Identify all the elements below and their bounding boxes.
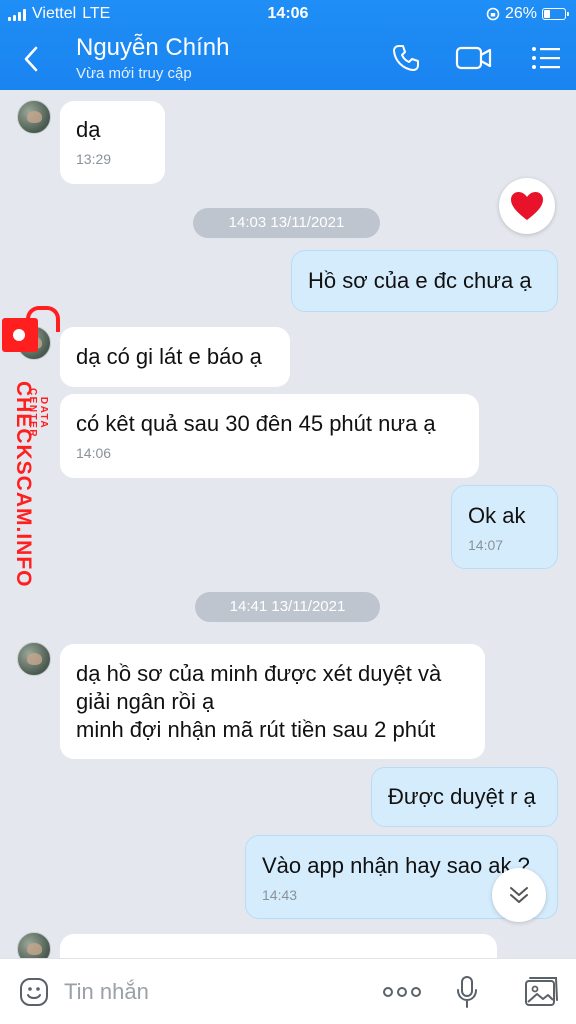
message-incoming-partial[interactable] — [60, 934, 497, 958]
message-time: 14:07 — [468, 537, 504, 553]
message-text: Hồ sơ của e đc chưa ạ — [308, 268, 532, 293]
message-text: có kêt quả sau 30 đên 45 phút nưa ạ — [76, 411, 436, 436]
message-incoming[interactable]: dạ hồ sơ của minh được xét duyệt và giải… — [60, 644, 485, 759]
date-separator: 14:03 13/11/2021 — [193, 208, 380, 238]
watermark-subtext: DATA CENTER — [27, 387, 49, 439]
battery-icon — [542, 8, 569, 20]
message-text: dạ — [76, 117, 101, 142]
message-outgoing[interactable]: Hồ sơ của e đc chưa ạ — [291, 250, 558, 312]
last-seen-status: Vừa mới truy cập — [76, 65, 192, 82]
message-text: dạ hồ sơ của minh được xét duyệt và giải… — [76, 661, 442, 742]
reaction-button[interactable] — [499, 178, 555, 234]
message-text: Ok ak — [468, 503, 526, 528]
message-input-bar: Tin nhắn — [0, 958, 576, 1024]
chevron-left-icon — [24, 46, 38, 72]
message-outgoing[interactable]: Ok ak 14:07 — [451, 485, 558, 569]
call-button[interactable] — [386, 40, 426, 76]
sticker-smile-icon — [20, 978, 48, 1006]
phone-icon — [393, 45, 419, 71]
more-dots-icon — [383, 987, 421, 997]
video-camera-icon — [455, 46, 492, 70]
message-outgoing[interactable]: Được duyệt r ạ — [371, 767, 558, 827]
scroll-to-bottom-button[interactable] — [492, 868, 546, 922]
image-gallery-icon — [525, 977, 558, 1006]
menu-button[interactable] — [526, 40, 566, 76]
double-chevron-down-icon — [510, 887, 528, 903]
back-button[interactable] — [14, 42, 48, 76]
message-incoming[interactable]: có kêt quả sau 30 đên 45 phút nưa ạ 14:0… — [60, 394, 479, 478]
message-text: dạ có gi lát e báo ạ — [76, 344, 262, 369]
message-input[interactable]: Tin nhắn — [64, 973, 364, 1011]
contact-name[interactable]: Nguyễn Chính — [76, 34, 229, 62]
message-incoming[interactable]: dạ có gi lát e báo ạ — [60, 327, 290, 387]
voice-button[interactable] — [452, 973, 482, 1011]
message-time: 13:29 — [76, 151, 112, 167]
message-time: 14:06 — [76, 445, 112, 461]
status-bar: Viettel LTE 14:06 26% — [0, 5, 576, 27]
more-options-button[interactable] — [380, 973, 424, 1011]
message-text: Được duyệt r ạ — [388, 784, 536, 809]
watermark-lock-logo — [2, 306, 60, 352]
heart-icon — [511, 192, 543, 220]
rotation-lock-icon — [486, 7, 500, 21]
chat-header: Viettel LTE 14:06 26% Nguyễn Chính Vừa m… — [0, 0, 576, 90]
microphone-icon — [457, 976, 477, 1008]
image-picker-button[interactable] — [522, 973, 560, 1011]
sticker-button[interactable] — [16, 973, 52, 1011]
battery-percent: 26% — [504, 5, 537, 22]
date-separator: 14:41 13/11/2021 — [195, 592, 380, 622]
message-list[interactable]: dạ 13:29 14:03 13/11/2021 Hồ sơ của e đc… — [0, 90, 576, 958]
message-incoming[interactable]: dạ 13:29 — [60, 101, 165, 184]
contact-avatar[interactable] — [17, 642, 51, 676]
battery-level — [544, 10, 550, 18]
contact-avatar[interactable] — [17, 932, 51, 958]
list-menu-icon — [532, 47, 560, 69]
contact-avatar[interactable] — [17, 100, 51, 134]
video-call-button[interactable] — [454, 40, 494, 76]
